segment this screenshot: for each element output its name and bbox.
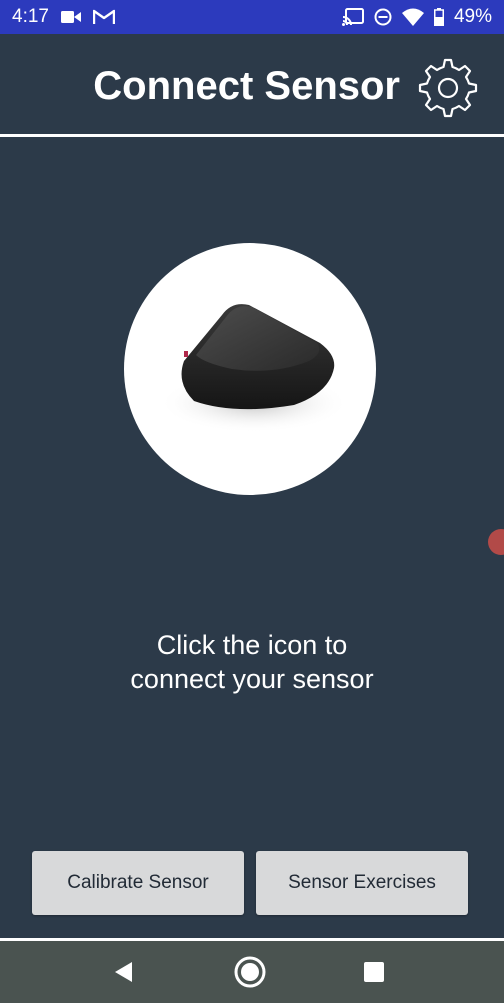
system-nav-bar — [0, 941, 504, 1003]
recents-icon — [364, 962, 384, 982]
status-time: 4:17 — [12, 6, 49, 27]
cast-icon — [341, 8, 364, 26]
recents-button[interactable] — [354, 952, 394, 992]
home-button[interactable] — [230, 952, 270, 992]
instruction-line-2: connect your sensor — [130, 664, 374, 694]
status-right: 49% — [341, 6, 492, 28]
edge-indicator-dot — [488, 529, 504, 555]
status-left: 4:17 — [12, 6, 115, 28]
connect-instruction: Click the icon to connect your sensor — [0, 628, 504, 696]
battery-icon — [433, 8, 444, 26]
wifi-icon — [401, 8, 424, 26]
connect-sensor-button[interactable] — [124, 243, 376, 495]
instruction-line-1: Click the icon to — [156, 630, 348, 660]
home-icon — [234, 956, 266, 988]
calibrate-sensor-button[interactable]: Calibrate Sensor — [32, 851, 244, 915]
header-divider — [0, 134, 504, 137]
do-not-disturb-icon — [374, 8, 392, 26]
sensor-exercises-button[interactable]: Sensor Exercises — [256, 851, 468, 915]
sensor-device-image — [159, 304, 349, 433]
page-title: Connect Sensor — [93, 64, 400, 108]
status-bar: 4:17 49% — [0, 0, 504, 34]
settings-button[interactable] — [412, 56, 484, 120]
battery-percent: 49% — [453, 6, 492, 27]
back-button[interactable] — [104, 952, 144, 992]
gmail-icon — [92, 9, 115, 25]
gear-icon — [418, 58, 478, 118]
app-header: Connect Sensor — [0, 34, 504, 134]
back-icon — [115, 962, 132, 982]
video-camera-icon — [60, 10, 81, 24]
